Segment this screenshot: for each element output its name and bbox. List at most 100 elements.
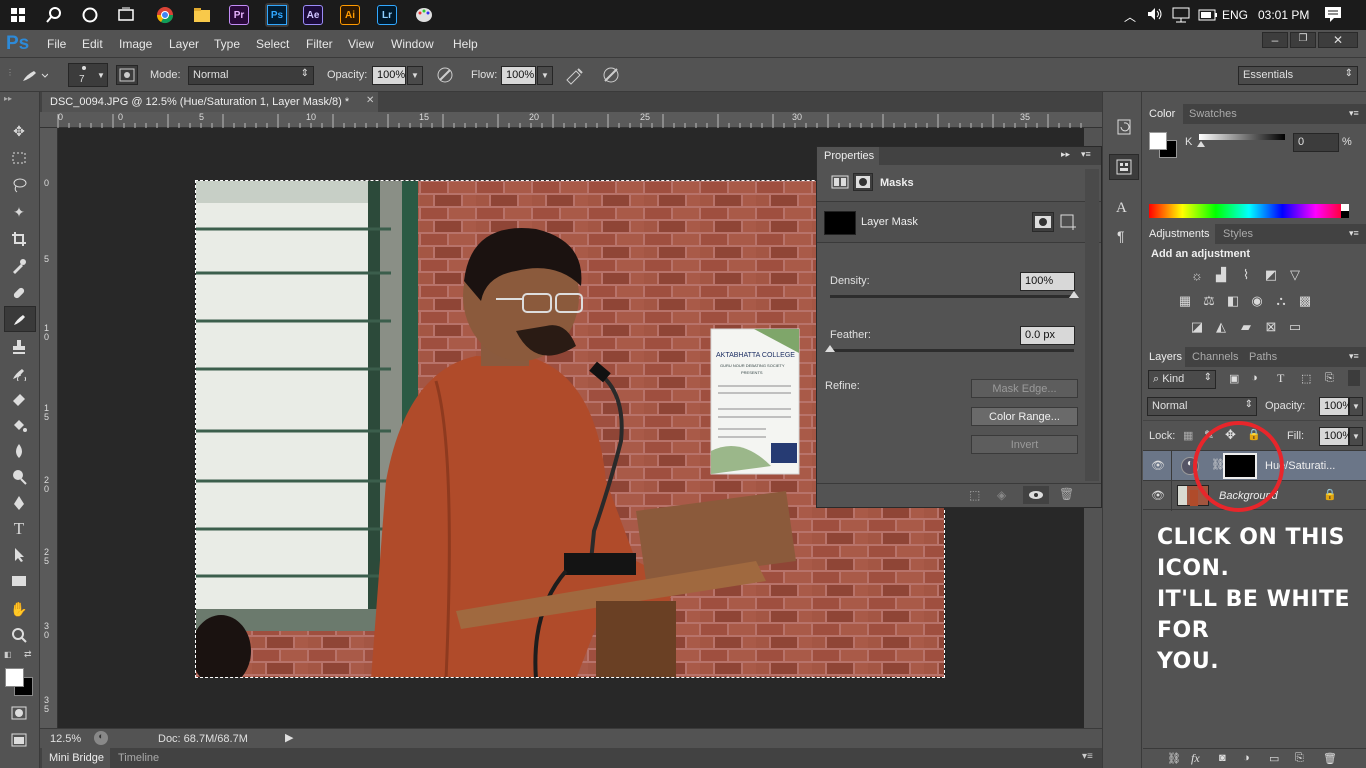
close-button[interactable]: ✕	[1318, 32, 1358, 48]
panel-menu-icon[interactable]: ▾≡	[1349, 108, 1359, 119]
flow-dropdown[interactable]: ▼	[537, 66, 553, 85]
delete-layer-icon[interactable]: 🗑	[1323, 752, 1337, 765]
paint-bucket-tool-icon[interactable]	[8, 414, 30, 436]
photoshop-active-slot[interactable]: Ps	[265, 3, 289, 27]
pixel-mask-icon[interactable]	[831, 175, 849, 192]
healing-brush-tool-icon[interactable]	[8, 282, 30, 304]
filter-smart-object-icon[interactable]: ⎘	[1325, 372, 1334, 385]
filter-toggle[interactable]	[1348, 370, 1360, 386]
clone-stamp-tool-icon[interactable]	[8, 336, 30, 358]
properties-tab[interactable]: Properties	[817, 147, 879, 165]
play-arrow-icon[interactable]: ▶	[285, 731, 293, 744]
menu-select[interactable]: Select	[256, 37, 289, 51]
threshold-icon[interactable]: ▰	[1238, 319, 1254, 334]
path-selection-tool-icon[interactable]	[8, 544, 30, 566]
add-pixel-mask-button[interactable]	[1032, 212, 1054, 232]
vibrance-icon[interactable]: ▽	[1287, 267, 1303, 282]
illustrator-icon[interactable]: Ai	[340, 5, 360, 25]
file-explorer-icon[interactable]	[192, 5, 212, 25]
spectrum-black-swatch[interactable]	[1341, 211, 1349, 218]
eraser-tool-icon[interactable]	[8, 388, 30, 410]
workspace-select[interactable]: Essentials ⇕	[1238, 66, 1358, 85]
brush-size-picker[interactable]: 7 ▼	[68, 63, 108, 87]
magic-wand-tool-icon[interactable]: ✦	[8, 201, 30, 223]
premiere-icon[interactable]: Pr	[229, 5, 249, 25]
density-slider-handle[interactable]	[1069, 291, 1079, 298]
paint-icon[interactable]	[414, 5, 434, 25]
panel-menu-icon[interactable]: ▾≡	[1081, 149, 1091, 160]
restore-button[interactable]: ❐	[1290, 32, 1316, 48]
airbrush-icon[interactable]	[564, 65, 586, 88]
posterize-icon[interactable]: ◭	[1213, 319, 1229, 334]
menu-window[interactable]: Window	[391, 37, 434, 51]
tab-adjustments[interactable]: Adjustments	[1143, 224, 1215, 244]
filter-adjustment-icon[interactable]: ◑	[1251, 372, 1258, 384]
camera-raw-icon[interactable]: ◐	[94, 731, 108, 745]
layer-style-icon[interactable]: fx	[1191, 751, 1200, 766]
foreground-color-swatch[interactable]	[5, 668, 24, 687]
gradient-map-icon[interactable]: ▭	[1287, 319, 1303, 334]
opacity-input[interactable]: 100%	[372, 66, 406, 85]
opacity-dropdown[interactable]: ▼	[407, 66, 423, 85]
cortana-icon[interactable]	[80, 5, 100, 25]
volume-icon[interactable]	[1146, 6, 1164, 25]
properties-scrollbar[interactable]	[1085, 169, 1099, 481]
feather-slider-track[interactable]	[825, 345, 1074, 352]
properties-dock-icon[interactable]	[1109, 154, 1139, 180]
layer-opacity-input[interactable]: 100%	[1319, 397, 1352, 416]
menu-view[interactable]: View	[348, 37, 374, 51]
menu-layer[interactable]: Layer	[169, 37, 199, 51]
pressure-opacity-icon[interactable]	[434, 65, 456, 88]
color-balance-icon[interactable]: ⚖	[1201, 293, 1217, 308]
invert-button[interactable]: Invert	[971, 435, 1078, 454]
flow-input[interactable]: 100%	[501, 66, 536, 85]
link-layers-icon[interactable]: ⛓	[1167, 752, 1181, 765]
layer-opacity-dropdown[interactable]: ▼	[1349, 397, 1363, 416]
lasso-tool-icon[interactable]	[8, 174, 30, 196]
zoom-tool-icon[interactable]	[8, 624, 30, 646]
brush-tool-preset-icon[interactable]	[20, 65, 49, 88]
brush-panel-toggle-icon[interactable]	[116, 65, 138, 85]
blur-tool-icon[interactable]	[8, 440, 30, 462]
menu-file[interactable]: File	[47, 37, 66, 51]
character-icon[interactable]: A	[1116, 200, 1127, 217]
color-spectrum-bar[interactable]	[1149, 204, 1349, 218]
document-tab[interactable]: DSC_0094.JPG @ 12.5% (Hue/Saturation 1, …	[42, 92, 378, 112]
rectangle-tool-icon[interactable]	[8, 570, 30, 592]
tab-swatches[interactable]: Swatches	[1189, 108, 1237, 120]
paragraph-icon[interactable]: ¶	[1117, 228, 1125, 244]
type-tool-icon[interactable]: T	[8, 518, 30, 540]
marquee-tool-icon[interactable]	[8, 147, 30, 169]
fill-dropdown[interactable]: ▼	[1349, 427, 1363, 446]
channel-mixer-icon[interactable]: ⛬	[1273, 293, 1289, 308]
tab-timeline[interactable]: Timeline	[118, 752, 159, 764]
levels-icon[interactable]: ▟	[1213, 267, 1229, 282]
windows-start-icon[interactable]	[8, 5, 28, 25]
layer-filter-select[interactable]: ⌕ Kind ⇕	[1148, 370, 1216, 389]
menu-filter[interactable]: Filter	[306, 37, 333, 51]
k-value-input[interactable]: 0	[1293, 133, 1339, 152]
color-lookup-icon[interactable]: ▩	[1297, 293, 1313, 308]
mode-select[interactable]: Normal ⇕	[188, 66, 314, 85]
dodge-tool-icon[interactable]	[8, 466, 30, 488]
network-icon[interactable]	[1172, 7, 1190, 26]
eyedropper-tool-icon[interactable]	[8, 255, 30, 277]
panel-menu-icon[interactable]: ▾≡	[1349, 228, 1359, 239]
brush-tool-icon[interactable]	[4, 306, 36, 332]
add-vector-mask-icon[interactable]	[1059, 213, 1077, 234]
new-group-icon[interactable]: ▭	[1269, 752, 1279, 765]
load-selection-icon[interactable]: ⬚	[969, 488, 980, 502]
mask-type-icon[interactable]	[853, 173, 873, 191]
invert-adjustment-icon[interactable]: ◪	[1189, 319, 1205, 334]
menu-edit[interactable]: Edit	[82, 37, 103, 51]
lightroom-icon[interactable]: Lr	[377, 5, 397, 25]
tab-channels[interactable]: Channels	[1192, 351, 1238, 363]
tab-styles[interactable]: Styles	[1223, 228, 1253, 240]
selective-color-icon[interactable]: ⊠	[1263, 319, 1279, 334]
apply-mask-icon[interactable]: ◈	[997, 488, 1006, 502]
spectrum-white-swatch[interactable]	[1341, 204, 1349, 211]
mask-thumbnail[interactable]	[824, 211, 856, 235]
move-tool-icon[interactable]: ✥	[8, 120, 30, 142]
blend-mode-select[interactable]: Normal ⇕	[1147, 397, 1257, 416]
history-brush-tool-icon[interactable]	[8, 362, 30, 384]
